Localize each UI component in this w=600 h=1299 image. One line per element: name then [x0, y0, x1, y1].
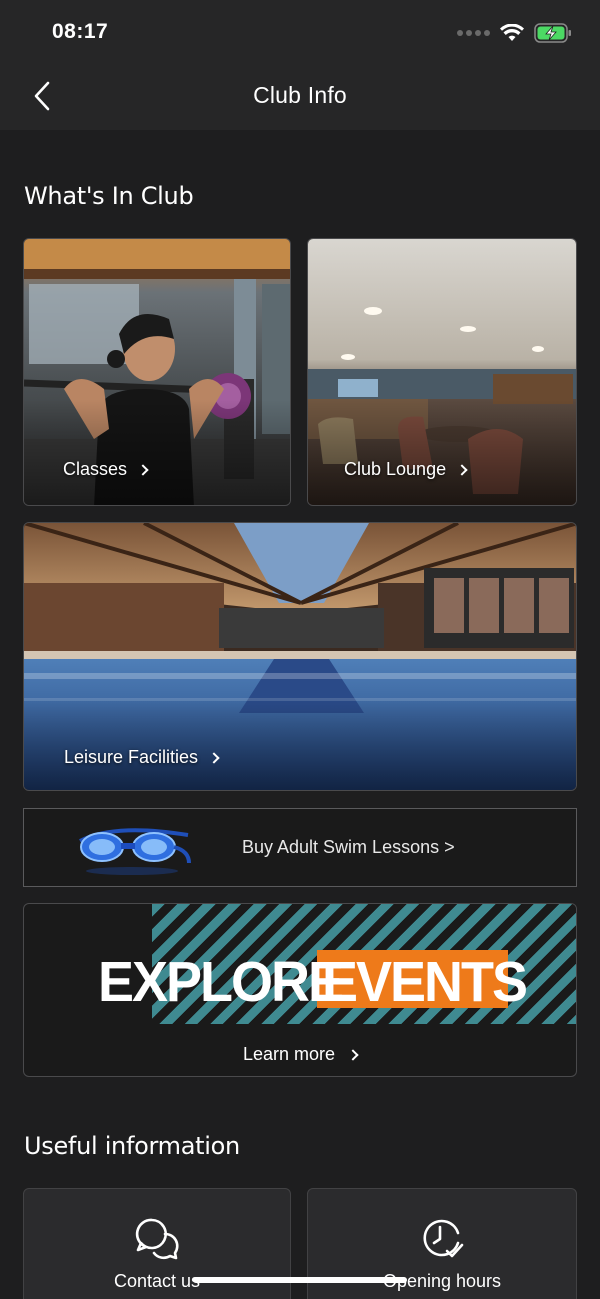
club-lounge-label: Club Lounge [344, 459, 447, 479]
events-title-explore: EXPLORE [98, 950, 344, 1014]
chevron-right-icon [137, 464, 149, 476]
leisure-facilities-tile[interactable]: Leisure Facilities [23, 522, 577, 791]
leisure-facilities-link[interactable]: Leisure Facilities [64, 747, 220, 768]
classes-tile[interactable]: Classes [23, 238, 291, 506]
club-lounge-link[interactable]: Club Lounge [344, 459, 468, 480]
whats-in-club-heading: What's In Club [24, 182, 194, 210]
chat-bubbles-icon [135, 1218, 179, 1260]
status-bar: 08:17 [0, 0, 600, 62]
chevron-right-icon [208, 752, 220, 764]
signal-icon [457, 30, 490, 36]
page-title: Club Info [253, 82, 347, 108]
useful-information-heading: Useful information [24, 1132, 240, 1160]
classes-link[interactable]: Classes [63, 459, 149, 480]
events-title-events: EVENTS [322, 950, 528, 1014]
learn-more-label: Learn more [242, 1044, 336, 1064]
battery-charging-icon [534, 23, 571, 43]
classes-label: Classes [63, 459, 128, 479]
home-indicator[interactable] [193, 1277, 407, 1283]
learn-more-link[interactable]: Learn more [24, 1044, 576, 1065]
club-lounge-tile[interactable]: Club Lounge [307, 238, 577, 506]
leisure-facilities-label: Leisure Facilities [64, 747, 199, 767]
chevron-right-icon [347, 1049, 359, 1061]
status-time: 08:17 [52, 20, 109, 43]
swim-lessons-label: Buy Adult Swim Lessons > [242, 837, 455, 857]
explore-events-card[interactable]: EXPLORE EVENTS Learn more [23, 903, 577, 1077]
status-icons [457, 20, 572, 46]
swim-lessons-banner[interactable]: Buy Adult Swim Lessons > [23, 808, 577, 887]
nav-bar: Club Info [0, 62, 600, 130]
swim-goggles-icon [79, 828, 191, 875]
clock-check-icon [423, 1219, 464, 1258]
wifi-icon [500, 24, 524, 41]
chevron-right-icon [456, 464, 468, 476]
